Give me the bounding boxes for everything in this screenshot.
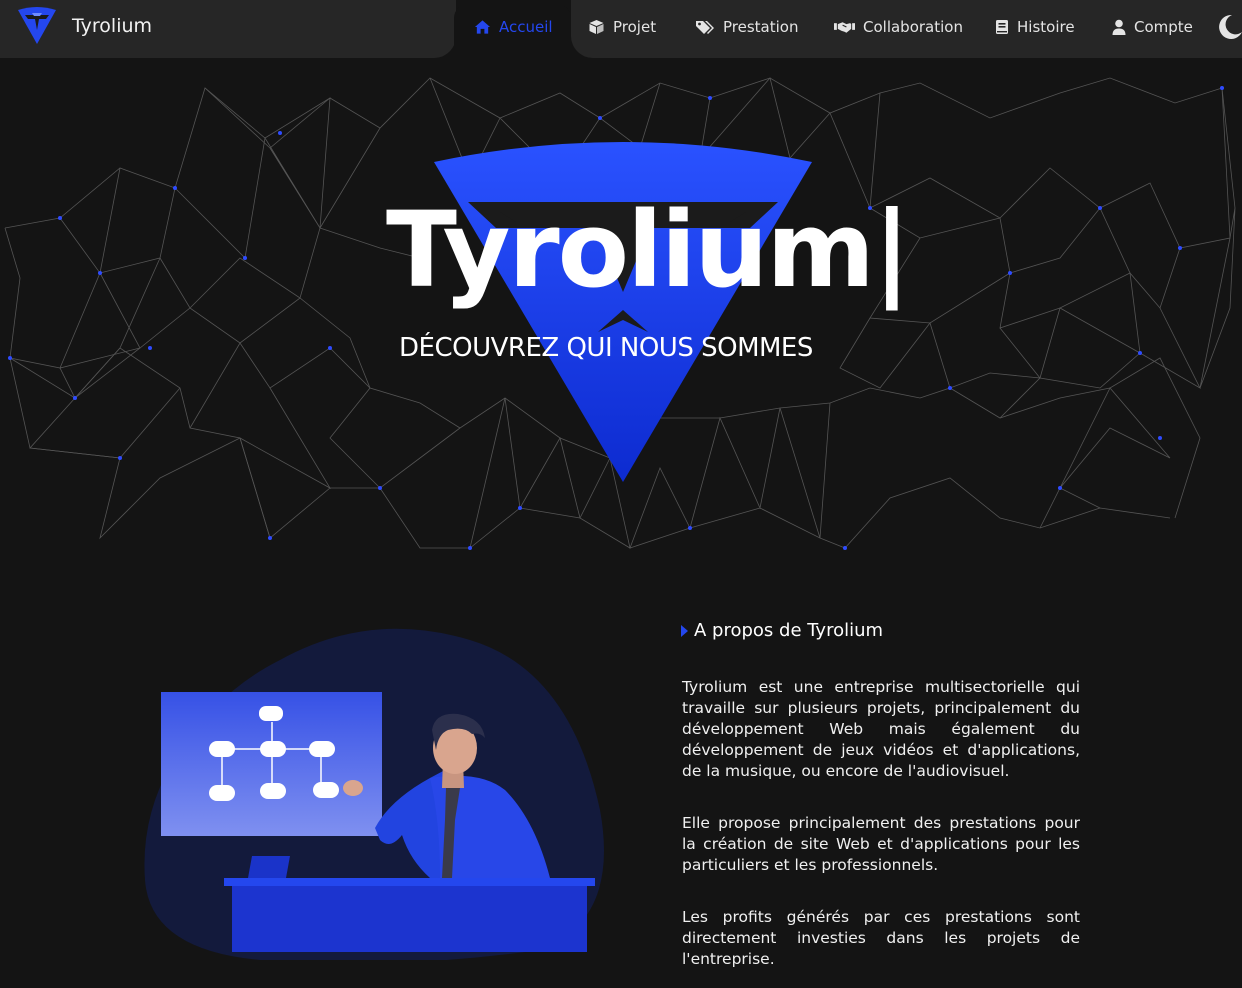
nav-item-label: Histoire bbox=[1017, 18, 1075, 36]
about-body: Tyrolium est une entreprise multisectori… bbox=[682, 677, 1080, 988]
about-paragraph: Elle propose principalement des prestati… bbox=[682, 814, 1080, 874]
nav-item-label: Prestation bbox=[723, 18, 799, 36]
home-icon bbox=[474, 20, 491, 34]
nav-item-accueil[interactable]: Accueil bbox=[474, 17, 553, 37]
about-title-text: A propos de Tyrolium bbox=[694, 620, 884, 641]
nav-item-collaboration[interactable]: Collaboration bbox=[834, 17, 963, 37]
about-heading: A propos de Tyrolium bbox=[681, 620, 883, 641]
moon-icon[interactable] bbox=[1216, 14, 1242, 40]
user-icon bbox=[1112, 19, 1126, 35]
triangle-bullet-icon bbox=[681, 624, 688, 637]
about-paragraph: Tyrolium est une entreprise multisectori… bbox=[682, 678, 1080, 780]
nav-item-prestation[interactable]: Prestation bbox=[695, 17, 798, 37]
desk-top bbox=[224, 878, 595, 886]
hero-subtitle: DÉCOUVREZ QUI NOUS SOMMES bbox=[399, 333, 813, 363]
tyrolium-logo-icon[interactable] bbox=[16, 6, 58, 46]
hero-section: Tyrolium| DÉCOUVREZ QUI NOUS SOMMES bbox=[0, 58, 1242, 558]
nav-item-label: Projet bbox=[613, 18, 657, 36]
nav-item-label: Compte bbox=[1134, 18, 1193, 36]
tags-icon bbox=[696, 21, 714, 34]
top-navbar: Tyrolium Accueil Projet Prestation Colla… bbox=[0, 0, 1242, 58]
brand-name[interactable]: Tyrolium bbox=[72, 15, 152, 37]
cube-icon bbox=[589, 20, 604, 34]
handshake-icon bbox=[834, 22, 855, 33]
nav-item-histoire[interactable]: Histoire bbox=[995, 17, 1075, 37]
navbar-left-panel bbox=[0, 0, 456, 58]
desk-body bbox=[232, 886, 587, 952]
nav-item-label: Collaboration bbox=[863, 18, 963, 36]
nav-item-label: Accueil bbox=[499, 18, 553, 36]
about-illustration bbox=[144, 628, 604, 960]
hero-title: Tyrolium| bbox=[386, 189, 911, 311]
nav-item-compte[interactable]: Compte bbox=[1112, 17, 1193, 37]
about-paragraph: Les profits générés par ces prestations … bbox=[682, 908, 1080, 968]
nav-item-projet[interactable]: Projet bbox=[588, 17, 656, 37]
book-icon bbox=[996, 20, 1008, 34]
